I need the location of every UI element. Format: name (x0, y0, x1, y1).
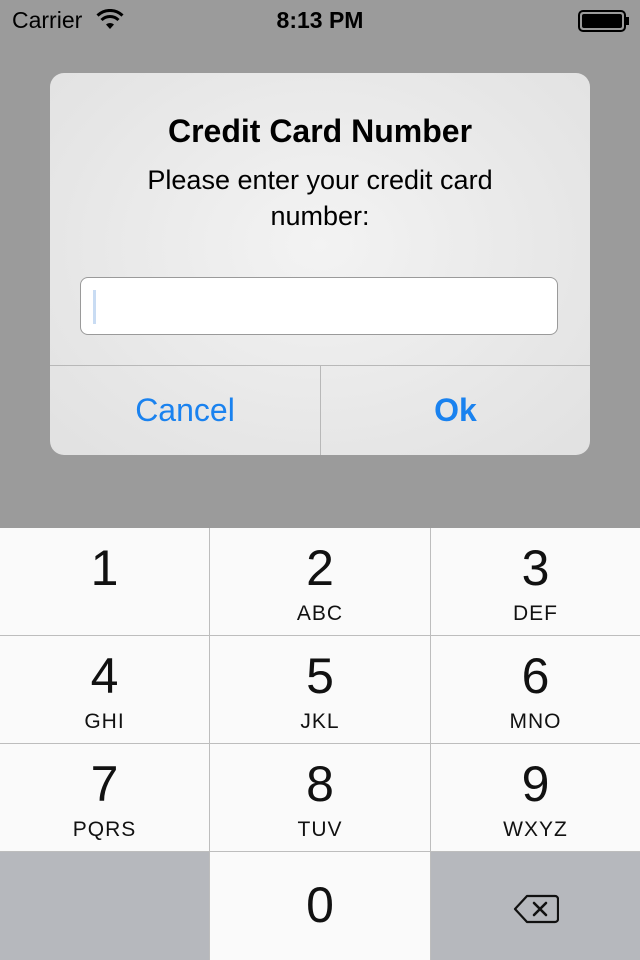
key-4[interactable]: 4 GHI (0, 636, 209, 743)
alert-title: Credit Card Number (167, 113, 473, 149)
key-3[interactable]: 3 DEF (431, 528, 640, 635)
alert-message: Please enter your credit card number: (147, 165, 493, 231)
key-digit: 7 (90, 756, 119, 812)
key-digit: 5 (306, 648, 334, 704)
text-cursor (93, 290, 96, 324)
key-letters: MNO (509, 710, 562, 733)
key-letters: ABC (296, 602, 344, 625)
key-digit: 6 (521, 648, 550, 704)
key-5[interactable]: 5 JKL (210, 636, 430, 743)
delete-key[interactable] (431, 852, 640, 960)
key-digit: 8 (306, 756, 334, 812)
key-letters: GHI (84, 710, 125, 733)
key-7[interactable]: 7 PQRS (0, 744, 209, 851)
key-2[interactable]: 2 ABC (210, 528, 430, 635)
key-digit: 9 (521, 756, 550, 812)
key-digit: 1 (90, 540, 119, 596)
key-0[interactable]: 0 (210, 852, 430, 960)
key-6[interactable]: 6 MNO (431, 636, 640, 743)
key-letters: JKL (300, 710, 340, 733)
key-letters: PQRS (72, 818, 137, 841)
ok-button[interactable]: Ok (321, 366, 590, 455)
key-8[interactable]: 8 TUV (210, 744, 430, 851)
key-digit: 2 (306, 540, 334, 596)
clock: 8:13 PM (276, 7, 364, 33)
cancel-button[interactable]: Cancel (50, 366, 320, 455)
key-letters: TUV (297, 818, 343, 841)
key-digit: 4 (90, 648, 119, 704)
key-9[interactable]: 9 WXYZ (431, 744, 640, 851)
blank-key (0, 852, 209, 960)
credit-card-input[interactable] (80, 277, 558, 335)
key-1[interactable]: 1 (0, 528, 209, 635)
alert-dialog: Credit Card Number Please enter your cre… (50, 73, 590, 455)
backspace-icon (513, 894, 559, 924)
key-letters: DEF (513, 602, 558, 625)
number-keypad: 1 2 ABC 3 DEF 4 GHI 5 JKL 6 MNO 7 PQRS 8… (0, 528, 640, 960)
battery-icon (578, 10, 629, 32)
status-bar: Carrier 8:13 PM (0, 0, 640, 40)
key-letters: WXYZ (503, 818, 568, 841)
key-digit: 0 (306, 877, 334, 933)
key-digit: 3 (521, 540, 550, 596)
